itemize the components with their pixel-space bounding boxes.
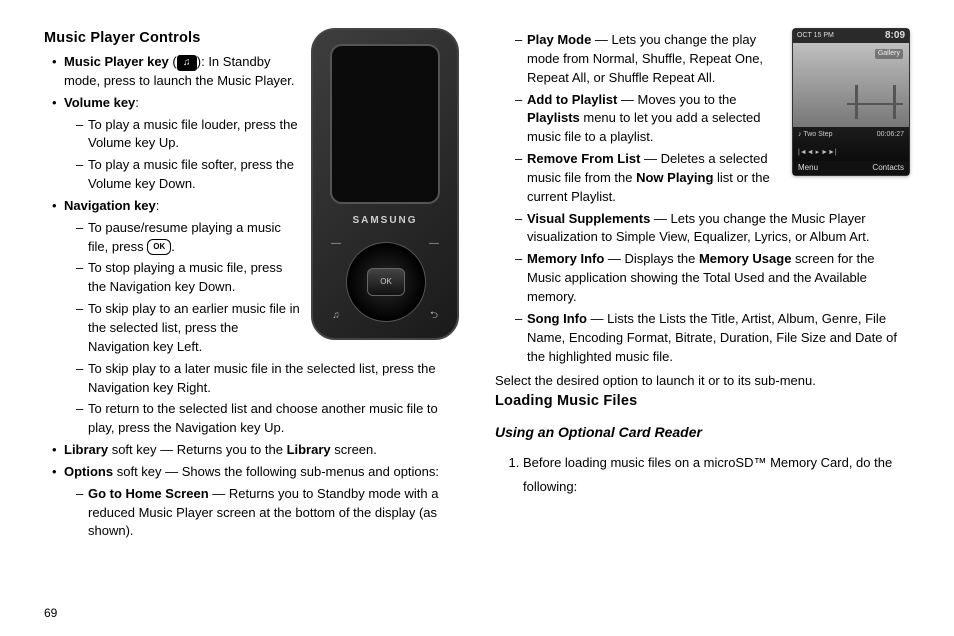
select-option-text: Select the desired option to launch it o… — [495, 372, 910, 391]
text: — Moves you to the — [617, 92, 736, 107]
music-note-icon: ♫ — [177, 55, 197, 71]
text: Go to Home Screen — [88, 486, 209, 501]
text: Visual Supplements — [527, 211, 650, 226]
loading-music-files-heading: Loading Music Files — [495, 391, 910, 412]
list-item: To play a music file softer, press the V… — [76, 156, 459, 194]
list-item: Visual Supplements — Lets you change the… — [515, 210, 910, 248]
text: Add to Playlist — [527, 92, 617, 107]
left-column: SAMSUNG OK —— ♫⮌ Music Player Controls M… — [44, 28, 459, 616]
text: soft key — Returns you to the — [108, 442, 286, 457]
list-item: To skip play to a later music file in th… — [76, 360, 459, 398]
list-item: Volume key: To play a music file louder,… — [52, 94, 459, 194]
list-item: Options soft key — Shows the following s… — [52, 463, 459, 541]
text: . — [171, 239, 175, 254]
text: screen. — [331, 442, 377, 457]
list-item: Music Player key (♫): In Standby mode, p… — [52, 53, 459, 91]
list-item: To return to the selected list and choos… — [76, 400, 459, 438]
music-player-key-label: Music Player key — [64, 54, 169, 69]
list-item: Memory Info — Displays the Memory Usage … — [515, 250, 910, 307]
step-1: Before loading music files on a microSD™… — [523, 451, 910, 500]
text: — Displays the — [604, 251, 699, 266]
list-item: To play a music file louder, press the V… — [76, 116, 459, 154]
text: Memory Usage — [699, 251, 791, 266]
text: Song Info — [527, 311, 587, 326]
list-item: Add to Playlist — Moves you to the Playl… — [515, 91, 910, 148]
right-column: OCT 15 PM 8:09 Gallery ♪ Two Step 00:06:… — [495, 28, 910, 616]
text: Remove From List — [527, 151, 640, 166]
list-item: Go to Home Screen — Returns you to Stand… — [76, 485, 459, 542]
text: Options — [64, 464, 113, 479]
list-item: Song Info — Lists the Lists the Title, A… — [515, 310, 910, 367]
text: To pause/resume playing a music file, pr… — [88, 220, 281, 254]
navigation-key-label: Navigation key — [64, 198, 156, 213]
list-item: Play Mode — Lets you change the play mod… — [515, 31, 910, 88]
list-item: To pause/resume playing a music file, pr… — [76, 219, 459, 257]
text: Memory Info — [527, 251, 604, 266]
list-item: To stop playing a music file, press the … — [76, 259, 459, 297]
text: Library — [64, 442, 108, 457]
text: Play Mode — [527, 32, 591, 47]
volume-key-label: Volume key — [64, 95, 135, 110]
text: soft key — Shows the following sub-menus… — [113, 464, 439, 479]
text: Playlists — [527, 110, 580, 125]
page-number: 69 — [44, 605, 57, 622]
list-item: Remove From List — Deletes a selected mu… — [515, 150, 910, 207]
text: Now Playing — [636, 170, 713, 185]
text: Library — [287, 442, 331, 457]
ok-icon: OK — [147, 239, 171, 255]
card-reader-subheading: Using an Optional Card Reader — [495, 422, 910, 442]
list-item: Navigation key: To pause/resume playing … — [52, 197, 459, 438]
list-item: Library soft key — Returns you to the Li… — [52, 441, 459, 460]
list-item: To skip play to an earlier music file in… — [76, 300, 459, 357]
